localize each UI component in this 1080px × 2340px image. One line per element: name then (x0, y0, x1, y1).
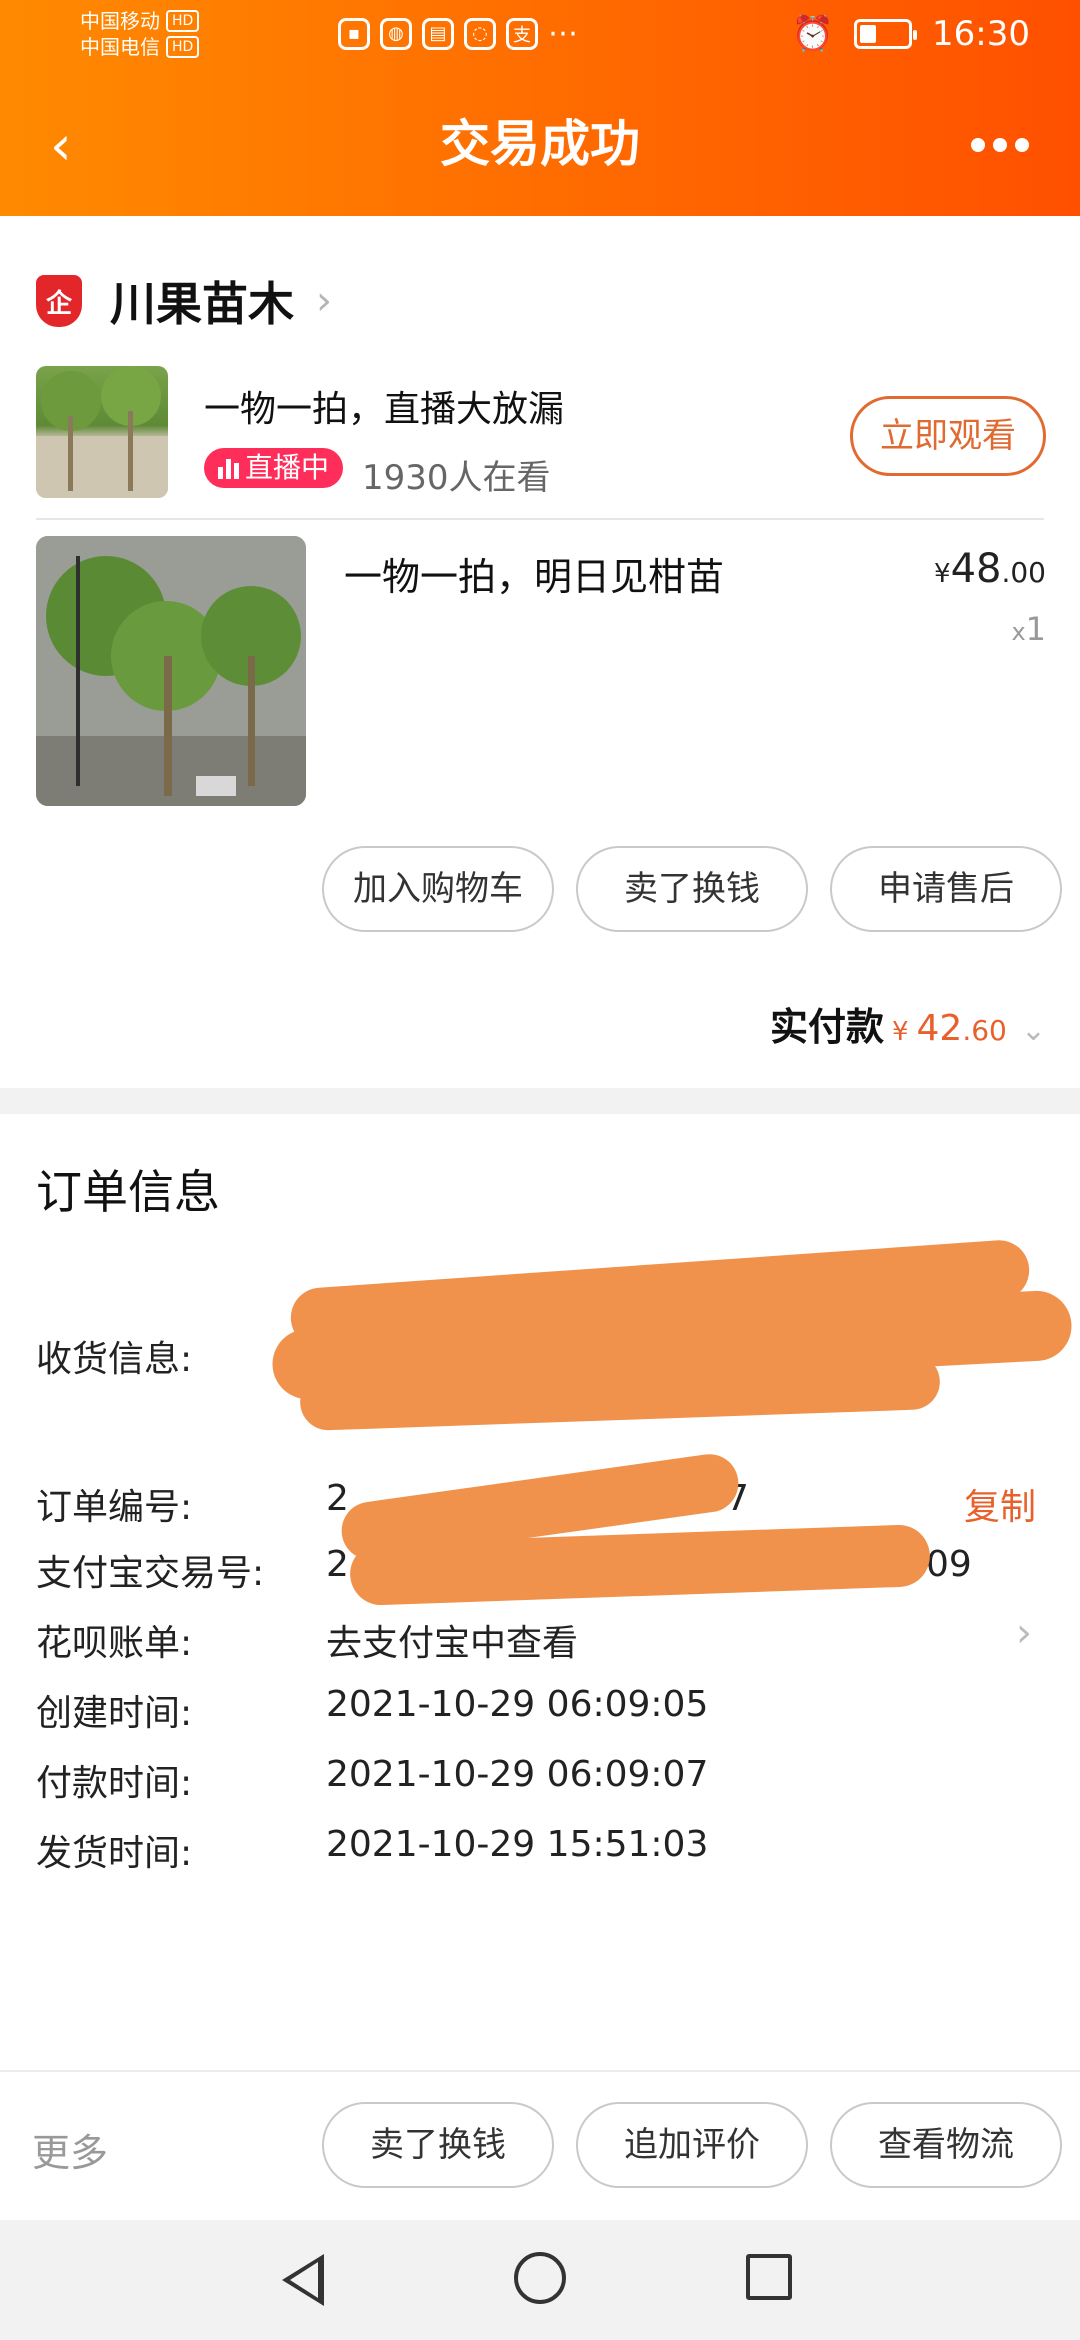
battery-icon (854, 19, 918, 49)
paid-label: 实付款 (769, 1005, 884, 1049)
nav-bar: ‹ 交易成功 (0, 96, 1080, 196)
paid-time-value: 2021-10-29 06:09:07 (326, 1754, 709, 1795)
more-button[interactable]: 更多 (32, 2122, 108, 2177)
system-back-icon[interactable] (282, 2254, 324, 2306)
bottom-actions: 卖了换钱 追加评价 查看物流 (322, 2102, 1062, 2188)
huabei-value: 去支付宝中查看 (326, 1623, 579, 1664)
hd-icon: HD (166, 36, 200, 58)
carrier-1: 中国移动 (80, 9, 160, 33)
product-quantity: x1 (1011, 610, 1046, 648)
alipay-trade-label: 支付宝交易号: (36, 1553, 265, 1594)
enterprise-shield-icon: 企 (36, 275, 82, 327)
notification-icons: ▪ ◍ ▤ ◌ 支 ⋯ (338, 16, 578, 51)
resell-button[interactable]: 卖了换钱 (322, 2102, 554, 2188)
bottom-action-bar: 更多 卖了换钱 追加评价 查看物流 (0, 2070, 1080, 2220)
watch-now-button[interactable]: 立即观看 (850, 396, 1046, 476)
book-icon: ▤ (422, 17, 454, 50)
status-bar: 中国移动 HD 中国电信 HD ▪ ◍ ▤ ◌ 支 ⋯ ⏰ 16:30 (0, 0, 1080, 76)
order-number-start: 2 (326, 1478, 349, 1519)
app-icon: ▪ (338, 17, 370, 50)
huabei-label: 花呗账单: (36, 1623, 193, 1664)
chevron-right-icon: › (1016, 1610, 1032, 1656)
copy-button[interactable]: 复制 (964, 1478, 1036, 1530)
more-notifications-icon: ⋯ (548, 16, 578, 51)
store-name: 川果苗木 (110, 277, 294, 331)
shipped-time-value: 2021-10-29 15:51:03 (326, 1824, 709, 1865)
add-review-button[interactable]: 追加评价 (576, 2102, 808, 2188)
alarm-icon: ⏰ (791, 14, 835, 54)
carrier-2: 中国电信 (80, 35, 160, 59)
chevron-down-icon: ⌄ (1020, 1013, 1046, 1048)
add-to-cart-button[interactable]: 加入购物车 (322, 846, 554, 932)
order-item-card: 企 川果苗木 › 一物一拍，直播大放漏 直播中 1930人在看 立即观看 一物一… (0, 216, 1080, 1088)
system-recents-icon[interactable] (746, 2254, 792, 2300)
order-number-label: 订单编号: (36, 1487, 193, 1528)
chat-icon: ◌ (464, 17, 496, 50)
live-badge-label: 直播中 (245, 451, 330, 484)
header-bar: 中国移动 HD 中国电信 HD ▪ ◍ ▤ ◌ 支 ⋯ ⏰ 16:30 ‹ 交易成功 (0, 0, 1080, 216)
viewer-count: 1930人在看 (362, 458, 551, 498)
order-info-section: 订单信息 收货信息: 订单编号: 2 7 复制 支付宝交易号: 2 09 花呗账… (0, 1114, 1080, 2070)
created-time-label: 创建时间: (36, 1693, 193, 1734)
alipay-icon: 支 (506, 17, 538, 50)
live-title: 一物一拍，直播大放漏 (204, 389, 565, 430)
view-logistics-button[interactable]: 查看物流 (830, 2102, 1062, 2188)
paid-time-label: 付款时间: (36, 1763, 193, 1804)
shipped-time-label: 发货时间: (36, 1833, 193, 1874)
resell-button[interactable]: 卖了换钱 (576, 846, 808, 932)
chevron-right-icon: › (316, 278, 332, 324)
system-nav-bar (0, 2220, 1080, 2340)
store-link[interactable]: 企 川果苗木 › (36, 266, 332, 336)
product-row[interactable]: 一物一拍，明日见柑苗 ¥48.00 x1 (36, 536, 1046, 806)
status-right: ⏰ 16:30 (792, 14, 1030, 54)
shipping-label: 收货信息: (36, 1339, 193, 1380)
live-thumbnail (36, 366, 168, 498)
page-title: 交易成功 (440, 115, 640, 173)
clock: 16:30 (932, 14, 1030, 54)
product-image (36, 536, 306, 806)
paid-amount-row[interactable]: 实付款 ¥ 42.60 ⌄ (770, 996, 1046, 1051)
live-badge: 直播中 (204, 448, 344, 488)
divider (36, 518, 1044, 520)
created-time-value: 2021-10-29 06:09:05 (326, 1684, 709, 1725)
item-actions: 加入购物车 卖了换钱 申请售后 (322, 846, 1062, 932)
carrier-info: 中国移动 HD 中国电信 HD (80, 8, 200, 60)
alipay-trade-end: 09 (926, 1544, 972, 1585)
paid-currency: ¥ (891, 1017, 909, 1047)
paid-amount: 42.60 (916, 1008, 1007, 1049)
product-price: ¥48.00 (934, 546, 1046, 592)
live-bars-icon (218, 457, 239, 479)
hd-icon: HD (166, 10, 200, 32)
system-home-icon[interactable] (514, 2252, 566, 2304)
app-icon: ◍ (380, 17, 412, 50)
order-info-title: 订单信息 (36, 1165, 220, 1219)
product-name: 一物一拍，明日见柑苗 (344, 555, 725, 599)
more-menu-icon[interactable] (960, 120, 1040, 170)
live-stream-row[interactable]: 一物一拍，直播大放漏 直播中 1930人在看 立即观看 (36, 366, 1046, 498)
after-sales-button[interactable]: 申请售后 (830, 846, 1062, 932)
alipay-trade-start: 2 (326, 1544, 349, 1585)
